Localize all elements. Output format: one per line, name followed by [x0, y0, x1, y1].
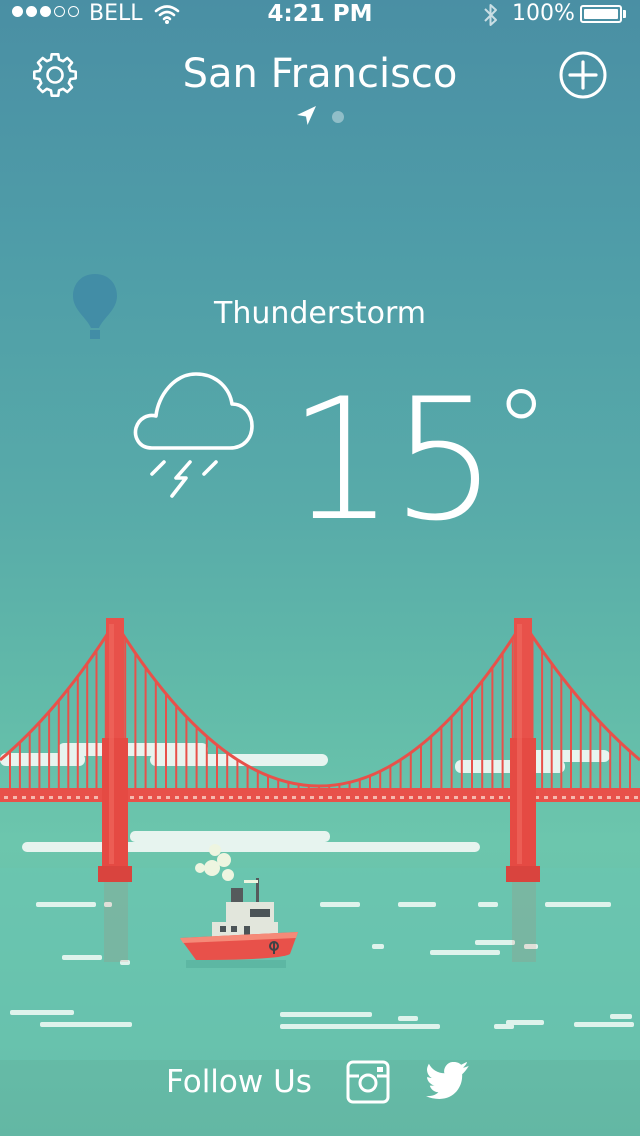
follow-us-label: Follow Us — [166, 1064, 312, 1100]
battery-icon — [580, 5, 622, 23]
instagram-icon — [346, 1060, 390, 1104]
follow-us-row: Follow Us — [0, 1056, 640, 1106]
battery-tip — [623, 10, 626, 18]
temperature-value: 15° — [288, 345, 549, 545]
water — [0, 868, 640, 1060]
page-indicator[interactable] — [295, 104, 355, 128]
degree-symbol: ° — [493, 366, 549, 494]
weather-app-screen: BELL 4:21 PM 100% San Francisco Thunders… — [0, 0, 640, 1136]
city-title: San Francisco — [182, 51, 458, 97]
golden-gate-illustration — [0, 618, 640, 1060]
twitter-button[interactable] — [425, 1061, 471, 1106]
twitter-icon — [426, 1061, 469, 1099]
status-bar: BELL 4:21 PM 100% — [0, 0, 640, 30]
instagram-button[interactable] — [346, 1060, 390, 1108]
add-city-button[interactable] — [558, 50, 608, 100]
bluetooth-icon — [484, 4, 497, 26]
page-dot[interactable] — [332, 111, 344, 123]
location-arrow-icon — [297, 106, 316, 125]
battery-percentage: 100% — [512, 1, 575, 26]
add-circle-icon — [559, 51, 607, 99]
temperature-number: 15 — [288, 362, 498, 558]
cloud-thunderstorm-icon — [133, 372, 254, 498]
weather-condition: Thunderstorm — [214, 296, 426, 331]
